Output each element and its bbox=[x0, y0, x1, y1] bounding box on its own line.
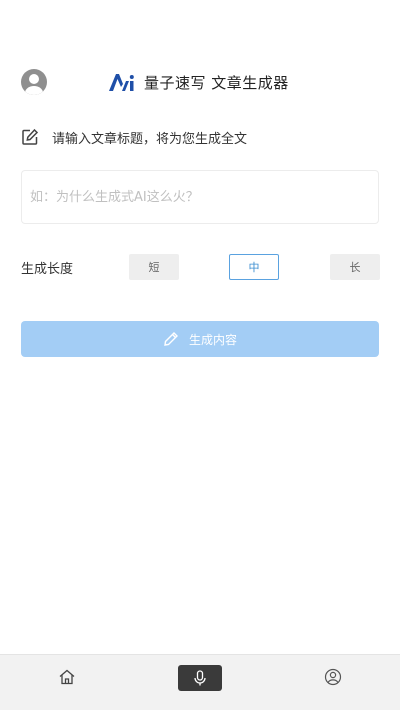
user-avatar-icon[interactable] bbox=[21, 69, 47, 95]
ai-logo-icon bbox=[109, 74, 134, 91]
length-short-button[interactable]: 短 bbox=[129, 254, 179, 280]
article-title-input[interactable] bbox=[21, 170, 379, 224]
prompt-row: 请输入文章标题，将为您生成全文 bbox=[21, 127, 247, 147]
tab-profile[interactable] bbox=[320, 655, 346, 699]
generate-label: 生成内容 bbox=[188, 332, 237, 347]
edit-icon bbox=[22, 128, 39, 145]
app-header: 量子速写 文章生成器 bbox=[0, 62, 400, 102]
home-icon bbox=[59, 669, 75, 685]
generate-content-button[interactable]: 生成内容 bbox=[21, 321, 379, 357]
length-label: 生成长度 bbox=[21, 262, 74, 277]
pencil-icon bbox=[164, 332, 178, 346]
tab-home[interactable] bbox=[54, 655, 80, 699]
length-long-button[interactable]: 长 bbox=[330, 254, 380, 280]
prompt-text: 请输入文章标题，将为您生成全文 bbox=[52, 131, 248, 147]
user-icon bbox=[324, 668, 342, 686]
bottom-tab-bar bbox=[0, 654, 400, 710]
app-title: 量子速写 文章生成器 bbox=[144, 73, 289, 92]
tab-voice[interactable] bbox=[178, 665, 222, 691]
brand: 量子速写 文章生成器 bbox=[108, 70, 289, 94]
microphone-icon bbox=[194, 670, 206, 686]
length-medium-button[interactable]: 中 bbox=[229, 254, 279, 280]
